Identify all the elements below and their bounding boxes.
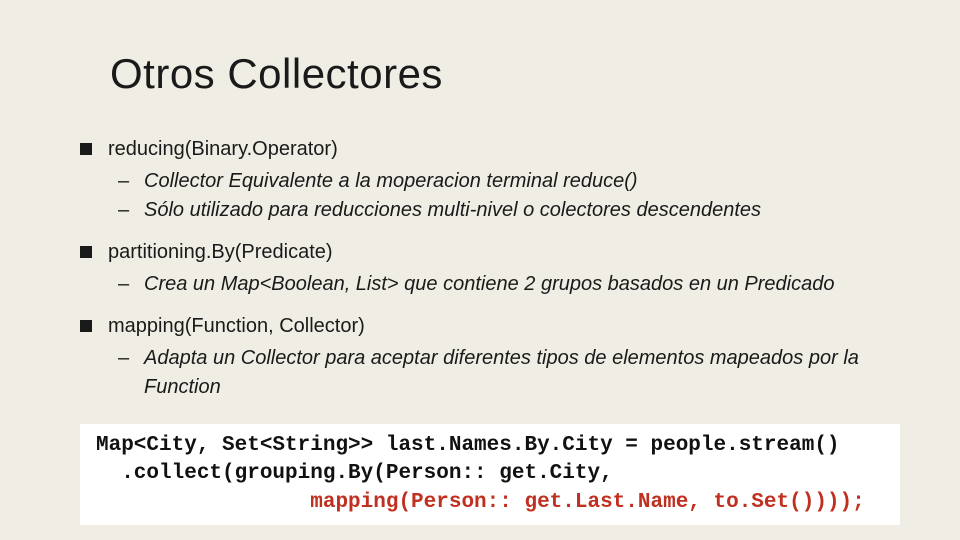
code-line-1: Map<City, Set<String>> last.Names.By.Cit… bbox=[96, 434, 840, 457]
bullet-list: reducing(Binary.Operator) Collector Equi… bbox=[80, 136, 900, 402]
sub-item: Crea un Map<Boolean, List> que contiene … bbox=[114, 270, 900, 299]
bullet-heading: reducing(Binary.Operator) bbox=[108, 138, 338, 160]
sub-list: Adapta un Collector para aceptar diferen… bbox=[114, 344, 900, 402]
sub-item: Sólo utilizado para reducciones multi-ni… bbox=[114, 196, 900, 225]
sub-list: Crea un Map<Boolean, List> que contiene … bbox=[114, 270, 900, 299]
code-line-2a: .collect(grouping.By(Person:: get.City, bbox=[96, 462, 613, 485]
code-line-2b: mapping(Person:: get.Last.Name, to.Set()… bbox=[96, 491, 865, 514]
bullet-heading: mapping(Function, Collector) bbox=[108, 315, 365, 337]
sub-item: Adapta un Collector para aceptar diferen… bbox=[114, 344, 900, 402]
bullet-item-reducing: reducing(Binary.Operator) Collector Equi… bbox=[80, 136, 900, 225]
sub-item: Collector Equivalente a la moperacion te… bbox=[114, 167, 900, 196]
code-snippet: Map<City, Set<String>> last.Names.By.Cit… bbox=[80, 424, 900, 525]
bullet-item-partitioning: partitioning.By(Predicate) Crea un Map<B… bbox=[80, 239, 900, 299]
slide: Otros Collectores reducing(Binary.Operat… bbox=[0, 0, 960, 540]
bullet-heading: partitioning.By(Predicate) bbox=[108, 241, 333, 263]
slide-title: Otros Collectores bbox=[110, 50, 900, 98]
bullet-item-mapping: mapping(Function, Collector) Adapta un C… bbox=[80, 313, 900, 402]
sub-list: Collector Equivalente a la moperacion te… bbox=[114, 167, 900, 225]
